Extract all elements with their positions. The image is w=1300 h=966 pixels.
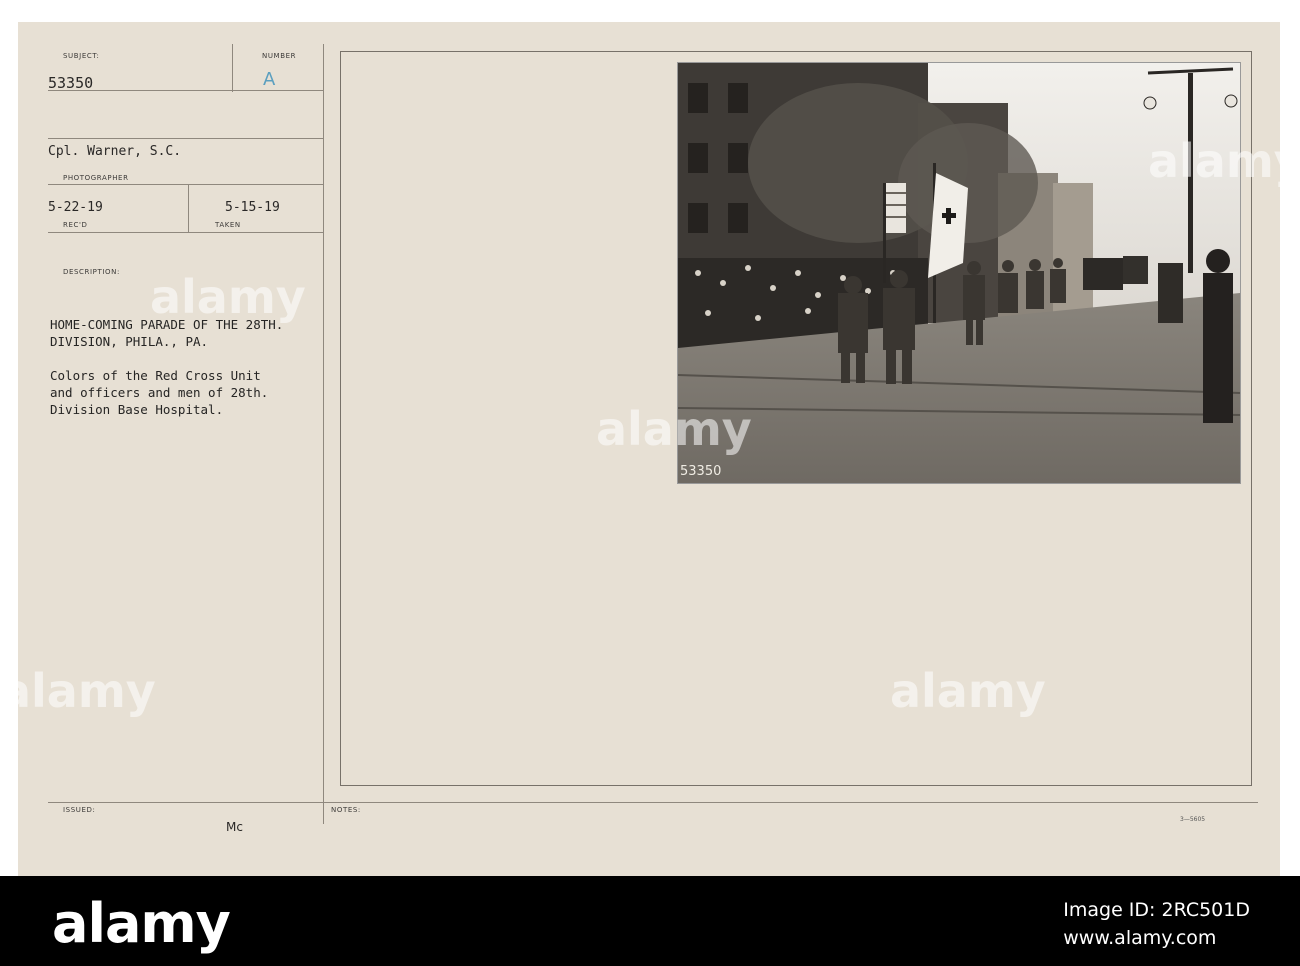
received-label: REC'D xyxy=(63,221,88,229)
description-label: DESCRIPTION: xyxy=(63,268,120,276)
site-url: www.alamy.com xyxy=(1063,927,1217,949)
bottom-rule xyxy=(48,802,1258,803)
header-divider xyxy=(232,44,233,92)
header-rule xyxy=(48,90,323,91)
notes-label: NOTES: xyxy=(331,806,361,814)
photographer-top-rule xyxy=(48,138,323,139)
description-body: Colors of the Red Cross Unit and officer… xyxy=(50,368,269,417)
watermark-logo: alamy xyxy=(1148,134,1300,188)
date-rule xyxy=(48,232,323,233)
watermark-logo: alamy xyxy=(890,664,1046,718)
footer-info: Image ID: 2RC501D www.alamy.com xyxy=(1063,896,1250,952)
number-value: A xyxy=(263,69,276,90)
photo-caption-number: 53350 xyxy=(680,464,722,479)
watermark-logo: alamy xyxy=(150,270,306,324)
footer-bar: alamy Image ID: 2RC501D www.alamy.com xyxy=(0,876,1300,966)
issued-label: ISSUED: xyxy=(63,806,96,814)
issued-initials: Mc xyxy=(226,820,243,834)
image-id: Image ID: 2RC501D xyxy=(1063,899,1250,921)
watermark-logo: alamy xyxy=(0,664,156,718)
date-divider xyxy=(188,184,189,232)
footer-logo: alamy xyxy=(52,892,231,955)
parade-scene xyxy=(678,63,1240,483)
form-code: 3—5605 xyxy=(1180,816,1206,823)
taken-date: 5-15-19 xyxy=(225,200,280,215)
column-divider xyxy=(323,44,324,824)
received-date: 5-22-19 xyxy=(48,200,103,215)
photographer-label: PHOTOGRAPHER xyxy=(63,174,129,182)
photographer-name: Cpl. Warner, S.C. xyxy=(48,144,182,159)
watermark-logo: alamy xyxy=(596,402,752,456)
photographer-rule xyxy=(48,184,323,185)
number-label: NUMBER xyxy=(262,52,297,60)
subject-label: SUBJECT: xyxy=(63,52,100,60)
description-block: HOME-COMING PARADE OF THE 28TH. DIVISION… xyxy=(50,316,283,435)
taken-label: TAKEN xyxy=(215,221,241,229)
parade-photograph xyxy=(677,62,1241,484)
